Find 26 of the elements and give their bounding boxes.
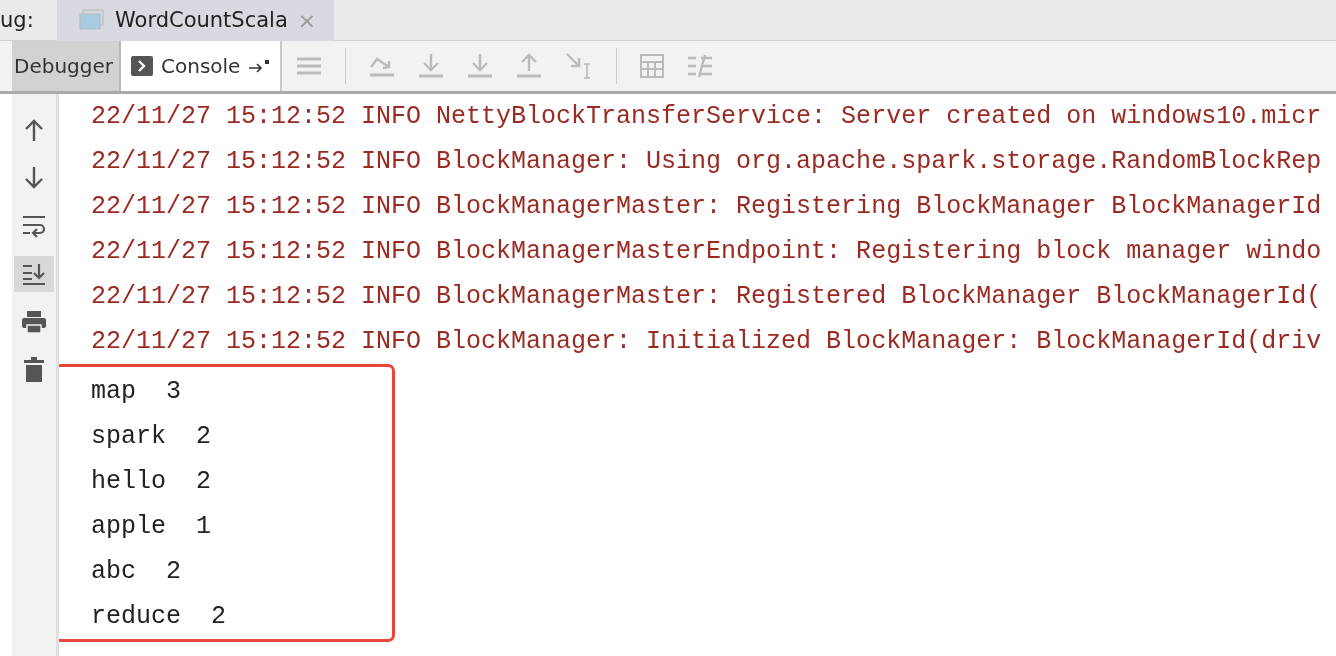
step-into-icon[interactable] [418,53,445,79]
panel-tab[interactable]: Console [121,41,283,91]
run-label: ug: [0,8,35,32]
log-line: 22/11/27 15:12:52 INFO NettyBlockTransferService: Server created on windows10.micr [91,101,1323,133]
log-line: 22/11/27 15:12:52 INFO BlockManager: Using org.apache.spark.storage.RandomBlockRep [91,146,1323,178]
console-icon [131,56,153,76]
log-line: 22/11/27 15:12:52 INFO BlockManagerMaster: Registering BlockManager BlockManagerId [91,191,1323,223]
log-line: 22/11/27 15:12:52 INFO BlockManagerMasterEndpoint: Registering block manager windo [91,236,1323,268]
file-tab[interactable]: WordCountScala × [57,0,335,41]
output-line: apple 1 [91,511,213,543]
trace-icon[interactable] [687,54,714,78]
output-line: hello 2 [91,466,213,498]
window-icon [79,9,105,31]
output-line: spark 2 [91,421,213,453]
step-into-icon[interactable] [467,53,494,79]
calculator-icon[interactable] [640,54,665,78]
output-line: abc 2 [91,556,182,588]
log-line: 22/11/27 15:12:52 INFO BlockManager: Initialized BlockManager: BlockManagerId(driv [91,326,1323,358]
step-out-icon[interactable] [516,53,543,79]
pin-icon [248,59,271,73]
output-line: map 3 [91,376,182,408]
output-line: reduce 2 [91,601,228,633]
scroll-to-end-icon[interactable] [14,256,54,292]
file-tab-title: WordCountScala [115,8,288,32]
panel-tab[interactable]: Debugger [12,41,121,91]
log-line: 22/11/27 15:12:52 INFO BlockManagerMaster: Registered BlockManager BlockManagerId( [91,281,1323,313]
